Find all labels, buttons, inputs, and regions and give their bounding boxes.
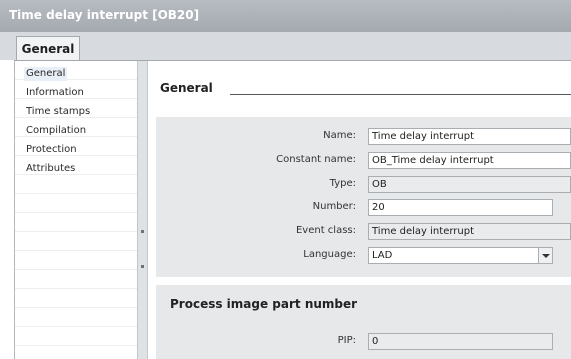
- name-field[interactable]: Time delay interrupt: [368, 128, 571, 145]
- panel-splitter[interactable]: [137, 61, 148, 359]
- nav-item-information[interactable]: Information: [26, 86, 84, 100]
- expand-right-icon[interactable]: [141, 265, 144, 268]
- language-select[interactable]: LAD: [368, 247, 553, 264]
- pip-field[interactable]: 0: [368, 333, 553, 350]
- type-field: OB: [368, 176, 571, 193]
- section-heading-general: General: [160, 81, 213, 95]
- name-label: Name:: [323, 130, 356, 141]
- constant-name-field[interactable]: OB_Time delay interrupt: [368, 152, 571, 169]
- property-navigation: General Information Time stamps Compilat…: [14, 61, 138, 359]
- nav-item-general[interactable]: General: [24, 67, 68, 81]
- constant-name-label: Constant name:: [276, 154, 356, 165]
- window-title-bar: Time delay interrupt [OB20]: [0, 0, 571, 32]
- event-class-field: Time delay interrupt: [368, 223, 571, 240]
- nav-item-attributes[interactable]: Attributes: [26, 162, 75, 176]
- tab-general[interactable]: General: [16, 36, 80, 61]
- process-image-panel: Process image part number PIP: 0: [156, 285, 571, 359]
- number-field[interactable]: 20: [368, 199, 553, 216]
- tab-strip: General: [0, 32, 571, 61]
- pip-label: PIP:: [337, 335, 356, 346]
- section-heading-process-image: Process image part number: [170, 297, 358, 311]
- section-divider: [230, 94, 571, 95]
- event-class-label: Event class:: [295, 225, 356, 236]
- language-label: Language:: [303, 249, 356, 260]
- general-panel: Name: Time delay interrupt Constant name…: [156, 117, 571, 277]
- language-value: LAD: [372, 250, 393, 261]
- window-title: Time delay interrupt [OB20]: [9, 8, 200, 22]
- number-label: Number:: [312, 201, 356, 212]
- nav-item-time-stamps[interactable]: Time stamps: [26, 105, 90, 119]
- nav-item-compilation[interactable]: Compilation: [26, 124, 86, 138]
- chevron-down-icon[interactable]: [538, 248, 552, 263]
- type-label: Type:: [329, 178, 356, 189]
- nav-item-protection[interactable]: Protection: [26, 143, 77, 157]
- properties-content: General Name: Time delay interrupt Const…: [148, 61, 571, 359]
- collapse-left-icon[interactable]: [141, 230, 144, 233]
